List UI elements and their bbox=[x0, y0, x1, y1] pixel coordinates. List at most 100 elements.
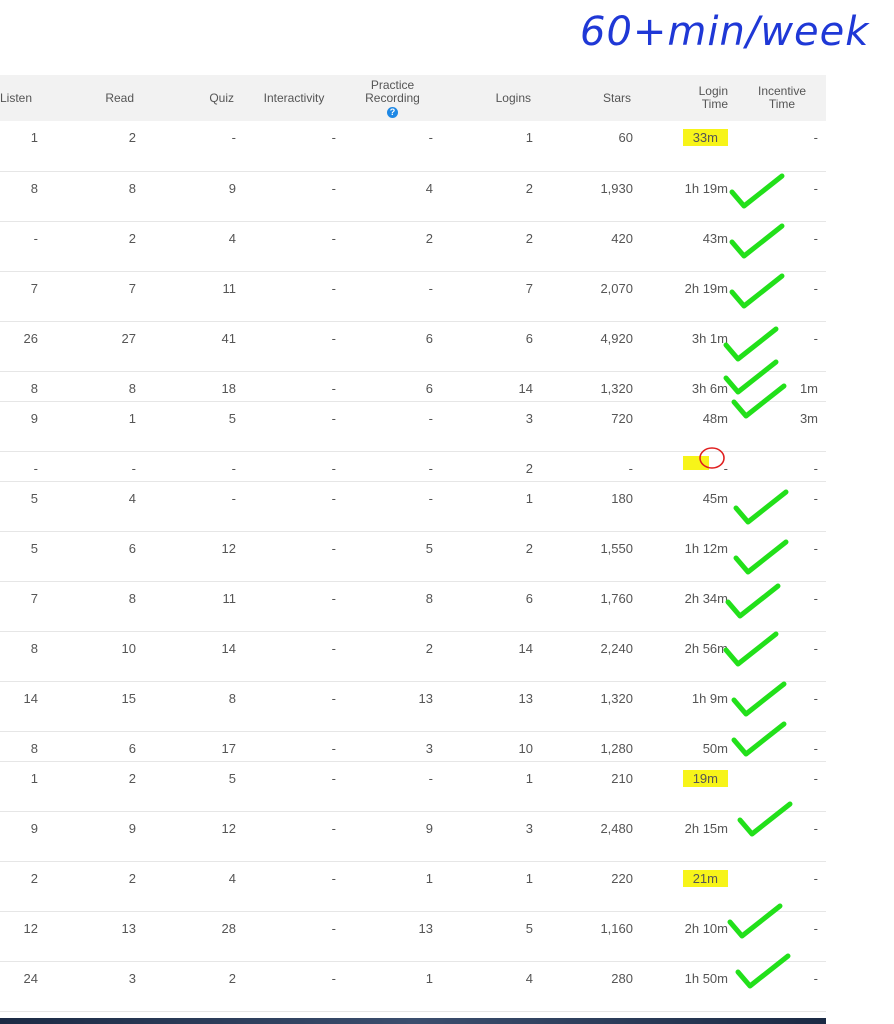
cell-value: - bbox=[428, 490, 433, 506]
cell-quiz: 4 bbox=[144, 861, 244, 912]
cell-value: 2 bbox=[525, 180, 533, 196]
cell-logins: 2 bbox=[441, 221, 541, 272]
cell-value: - bbox=[231, 490, 236, 506]
cell-logins: 10 bbox=[441, 731, 541, 762]
cell-value: 9 bbox=[425, 820, 433, 836]
cell-listen: 12 bbox=[0, 911, 44, 962]
cell-value: 5 bbox=[525, 920, 533, 936]
login-time-label-1: Login bbox=[698, 84, 728, 98]
cell-read: 1 bbox=[44, 401, 144, 452]
cell-value: 10 bbox=[518, 740, 533, 756]
table-row: 1 2 - - - 1 60 33m - bbox=[0, 121, 826, 172]
cell-logins: 6 bbox=[441, 581, 541, 632]
col-header-read[interactable]: Read bbox=[44, 75, 144, 121]
cell-value: - bbox=[331, 690, 336, 706]
cell-value: - bbox=[331, 820, 336, 836]
practice-label-2: Recording bbox=[365, 90, 420, 105]
green-check-icon bbox=[728, 172, 788, 212]
col-header-interactivity[interactable]: Interactivity bbox=[244, 75, 344, 121]
cell-quiz: 2 bbox=[144, 961, 244, 1012]
cell-practice: - bbox=[344, 481, 441, 532]
cell-value: 5 bbox=[228, 410, 236, 426]
col-header-login-time[interactable]: Login Time bbox=[641, 75, 738, 121]
cell-quiz: 17 bbox=[144, 731, 244, 762]
col-header-incentive-time[interactable]: Incentive Time bbox=[738, 75, 826, 121]
table-row: -2 4-2 2 420 43m - bbox=[0, 221, 826, 272]
col-header-practice-recording[interactable]: Practice Recording ? bbox=[344, 75, 441, 121]
cell-value: 19m bbox=[641, 762, 738, 787]
cell-interactivity: - bbox=[244, 731, 344, 762]
cell-stars: 1,550 bbox=[541, 531, 641, 582]
col-header-stars[interactable]: Stars bbox=[541, 75, 641, 121]
cell-value: 1 bbox=[525, 770, 533, 786]
cell-value: 14 bbox=[518, 640, 533, 656]
green-check-icon bbox=[732, 488, 792, 528]
cell-logins: 2 bbox=[441, 531, 541, 582]
green-check-icon bbox=[734, 952, 794, 992]
cell-interactivity: - bbox=[244, 401, 344, 452]
cell-read: 8 bbox=[44, 371, 144, 402]
cell-value: 3 bbox=[525, 820, 533, 836]
cell-value: 1h 12m bbox=[684, 540, 728, 556]
cell-value: 12 bbox=[23, 920, 38, 936]
cell-value: 5 bbox=[228, 770, 236, 786]
cell-stars: 210 bbox=[541, 761, 641, 812]
table-row: 9 1 5- -3 720 48m 3m bbox=[0, 401, 826, 452]
cell-login-time: 1h 19m bbox=[641, 171, 738, 222]
cell-value: 8 bbox=[30, 380, 38, 396]
cell-login-time: 45m bbox=[641, 481, 738, 532]
cell-login-time: 43m bbox=[641, 221, 738, 272]
table-row: 8 8 18-6 14 1,320 3h 6m 1m bbox=[0, 371, 826, 402]
table-row: 12 13 28-13 5 1,160 2h 10m - bbox=[0, 911, 826, 962]
cell-value: 24 bbox=[23, 970, 38, 986]
cell-value: - bbox=[428, 130, 433, 145]
cell-practice: - bbox=[344, 401, 441, 452]
cell-value: 3 bbox=[128, 970, 136, 986]
cell-interactivity: - bbox=[244, 321, 344, 372]
green-check-icon bbox=[736, 800, 796, 840]
cell-value: - bbox=[813, 460, 818, 476]
cell-value: 13 bbox=[418, 920, 433, 936]
col-header-logins[interactable]: Logins bbox=[441, 75, 541, 121]
cell-value: - bbox=[331, 870, 336, 886]
cell-practice: 1 bbox=[344, 861, 441, 912]
cell-quiz: 11 bbox=[144, 271, 244, 322]
cell-value: 1 bbox=[128, 410, 136, 426]
cell-interactivity: - bbox=[244, 171, 344, 222]
cell-listen: 1 bbox=[0, 121, 44, 172]
cell-read: 7 bbox=[44, 271, 144, 322]
col-header-quiz[interactable]: Quiz bbox=[144, 75, 244, 121]
student-activity-table: Listen Read Quiz Interactivity Practice … bbox=[0, 75, 826, 1012]
cell-listen: 7 bbox=[0, 581, 44, 632]
cell-value: 1h 19m bbox=[684, 180, 728, 196]
col-header-listen[interactable]: Listen bbox=[0, 75, 44, 121]
cell-value: - bbox=[428, 410, 433, 426]
cell-read: 8 bbox=[44, 171, 144, 222]
cell-read: 10 bbox=[44, 631, 144, 682]
cell-logins: 1 bbox=[441, 861, 541, 912]
cell-stars: 1,160 bbox=[541, 911, 641, 962]
cell-incentive: - bbox=[738, 121, 826, 172]
cell-value: 41 bbox=[221, 330, 236, 346]
cell-value: 720 bbox=[611, 410, 633, 426]
cell-value: 18 bbox=[221, 380, 236, 396]
cell-value: 13 bbox=[121, 920, 136, 936]
cell-value: 15 bbox=[121, 690, 136, 706]
cell-value: 11 bbox=[222, 590, 237, 606]
cell-value: 12 bbox=[221, 540, 236, 556]
cell-value: 3 bbox=[425, 740, 433, 756]
cell-value: - bbox=[231, 130, 236, 145]
cell-value: 6 bbox=[128, 540, 136, 556]
cell-value: 4 bbox=[425, 180, 433, 196]
cell-value: 2 bbox=[425, 640, 433, 656]
cell-value: 180 bbox=[611, 490, 633, 506]
cell-value: 14 bbox=[221, 640, 236, 656]
cell-value: 17 bbox=[221, 740, 236, 756]
cell-value: 1,160 bbox=[600, 920, 633, 936]
green-check-icon bbox=[724, 582, 784, 622]
cell-value: 1,550 bbox=[600, 540, 633, 556]
cell-logins: 14 bbox=[441, 371, 541, 402]
cell-value: 8 bbox=[30, 640, 38, 656]
cell-value: 27 bbox=[121, 330, 136, 346]
help-icon[interactable]: ? bbox=[387, 106, 398, 118]
